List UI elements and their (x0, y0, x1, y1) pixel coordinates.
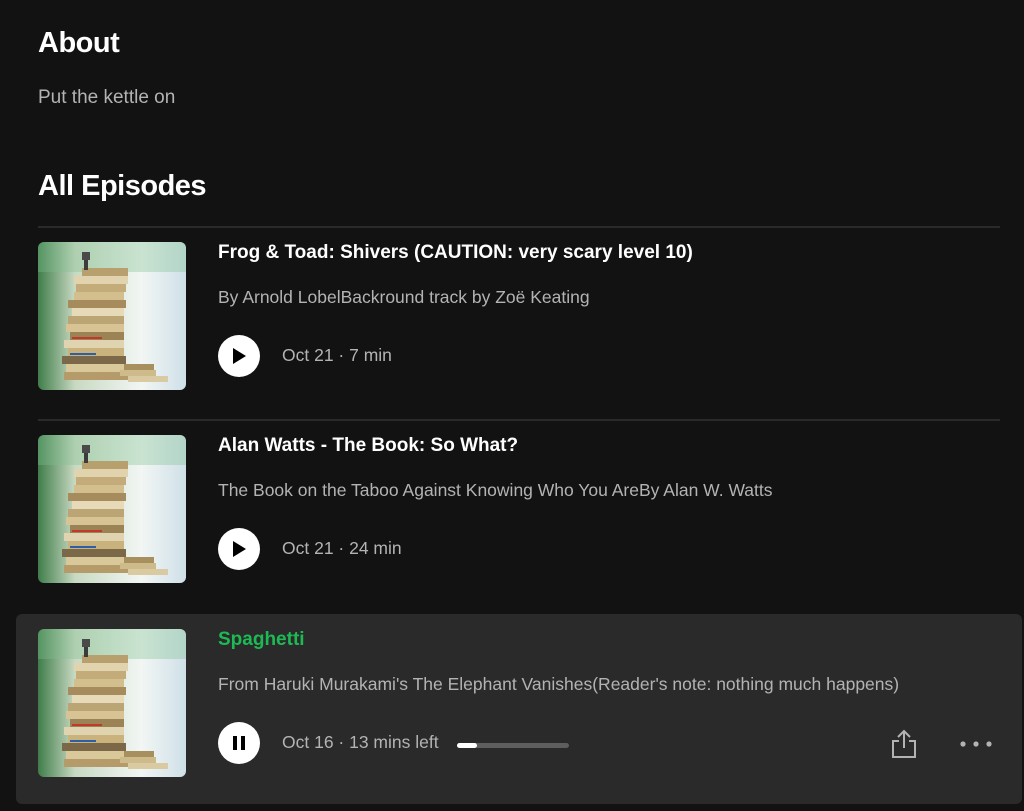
play-icon (233, 348, 246, 364)
episode-title[interactable]: Alan Watts - The Book: So What? (218, 435, 518, 457)
pause-button[interactable] (218, 722, 260, 764)
episode-meta: Oct 21 · 24 min (282, 538, 402, 558)
play-button[interactable] (218, 528, 260, 570)
episode-row-active[interactable]: Spaghetti From Haruki Murakami's The Ele… (16, 614, 1022, 804)
about-heading: About (38, 27, 120, 59)
share-icon (892, 729, 916, 758)
play-button[interactable] (218, 335, 260, 377)
pause-icon (233, 736, 245, 750)
episode-title[interactable]: Frog & Toad: Shivers (CAUTION: very scar… (218, 242, 693, 264)
episode-description: By Arnold LobelBackround track by Zoë Ke… (218, 287, 590, 307)
more-options-icon (960, 741, 992, 747)
episode-cover-image (38, 629, 186, 777)
episode-meta: Oct 21 · 7 min (282, 345, 392, 365)
more-options-button[interactable] (956, 732, 996, 756)
episode-meta: Oct 16 · 13 mins left (282, 732, 439, 752)
play-icon (233, 541, 246, 557)
about-description: Put the kettle on (38, 87, 176, 108)
episode-description: From Haruki Murakami's The Elephant Vani… (218, 674, 900, 694)
episode-description: The Book on the Taboo Against Knowing Wh… (218, 480, 773, 500)
episode-cover-image (38, 242, 186, 390)
episode-row[interactable]: Frog & Toad: Shivers (CAUTION: very scar… (16, 227, 1022, 417)
share-button[interactable] (890, 728, 918, 760)
episode-progress-fill (457, 743, 478, 748)
all-episodes-heading: All Episodes (38, 170, 207, 202)
episode-progress-bar[interactable] (457, 743, 569, 748)
episode-cover-image (38, 435, 186, 583)
episode-title[interactable]: Spaghetti (218, 629, 305, 651)
episode-row[interactable]: Alan Watts - The Book: So What? The Book… (16, 420, 1022, 610)
